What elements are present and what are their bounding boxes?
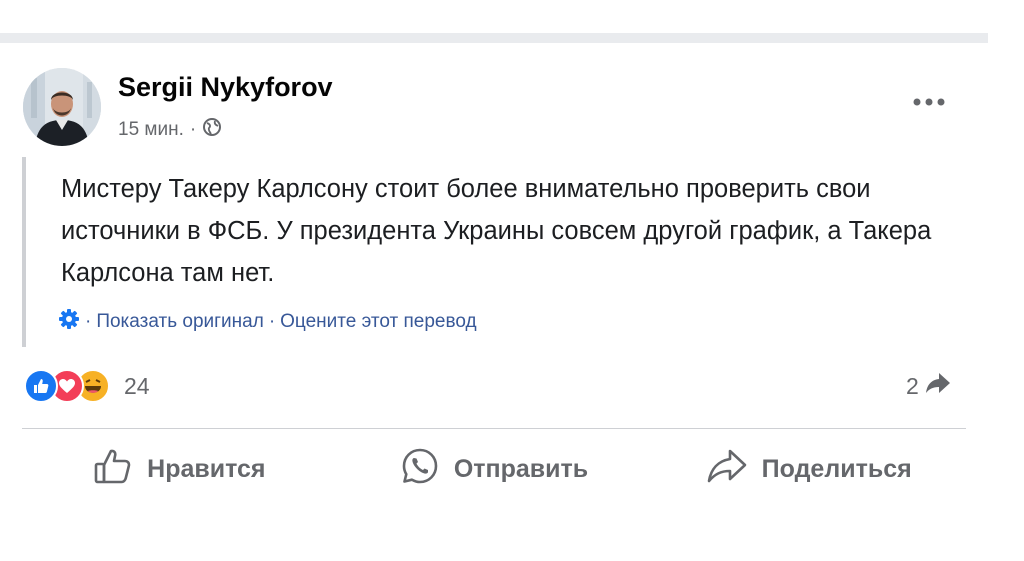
- whatsapp-icon: [400, 446, 440, 493]
- post-meta: 15 мин. ·: [118, 117, 222, 143]
- like-button[interactable]: Нравится: [22, 436, 337, 502]
- post-time[interactable]: 15 мин.: [118, 119, 184, 141]
- share-button-label: Поделиться: [761, 454, 912, 483]
- avatar[interactable]: [23, 68, 101, 146]
- thumbs-up-icon: [93, 447, 133, 492]
- rate-translation-link[interactable]: Оцените этот перевод: [280, 311, 476, 333]
- quote-bar: [22, 157, 26, 347]
- translation-separator: ·: [85, 311, 92, 332]
- globe-icon: [202, 117, 222, 143]
- gear-icon: [58, 308, 80, 336]
- share-icon: [706, 447, 748, 492]
- like-reaction-icon: [24, 369, 58, 403]
- show-original-link[interactable]: Показать оригинал: [96, 311, 263, 333]
- more-dots-icon[interactable]: [910, 92, 948, 112]
- reactions-summary[interactable]: 24: [24, 369, 150, 403]
- share-count-value: 2: [906, 372, 919, 399]
- actions-divider: [22, 428, 966, 429]
- feed-background-strip: [0, 33, 988, 43]
- post-text: Мистеру Такеру Карлсону стоит более вним…: [61, 175, 932, 287]
- share-button[interactable]: Поделиться: [651, 436, 966, 502]
- meta-separator: ·: [189, 119, 197, 140]
- share-count[interactable]: 2: [906, 371, 951, 401]
- send-button[interactable]: Отправить: [337, 436, 652, 502]
- share-arrow-icon: [925, 371, 951, 401]
- avatar-photo: [23, 68, 101, 146]
- author-name[interactable]: Sergii Nykyforov: [118, 72, 333, 103]
- send-button-label: Отправить: [453, 454, 589, 483]
- translation-separator-2: ·: [268, 311, 276, 332]
- like-button-label: Нравится: [147, 454, 266, 483]
- translation-bar: · Показать оригинал · Оцените этот перев…: [58, 308, 477, 336]
- reaction-count[interactable]: 24: [124, 373, 150, 400]
- post-actions: Нравится Отправить Поделиться: [22, 436, 966, 502]
